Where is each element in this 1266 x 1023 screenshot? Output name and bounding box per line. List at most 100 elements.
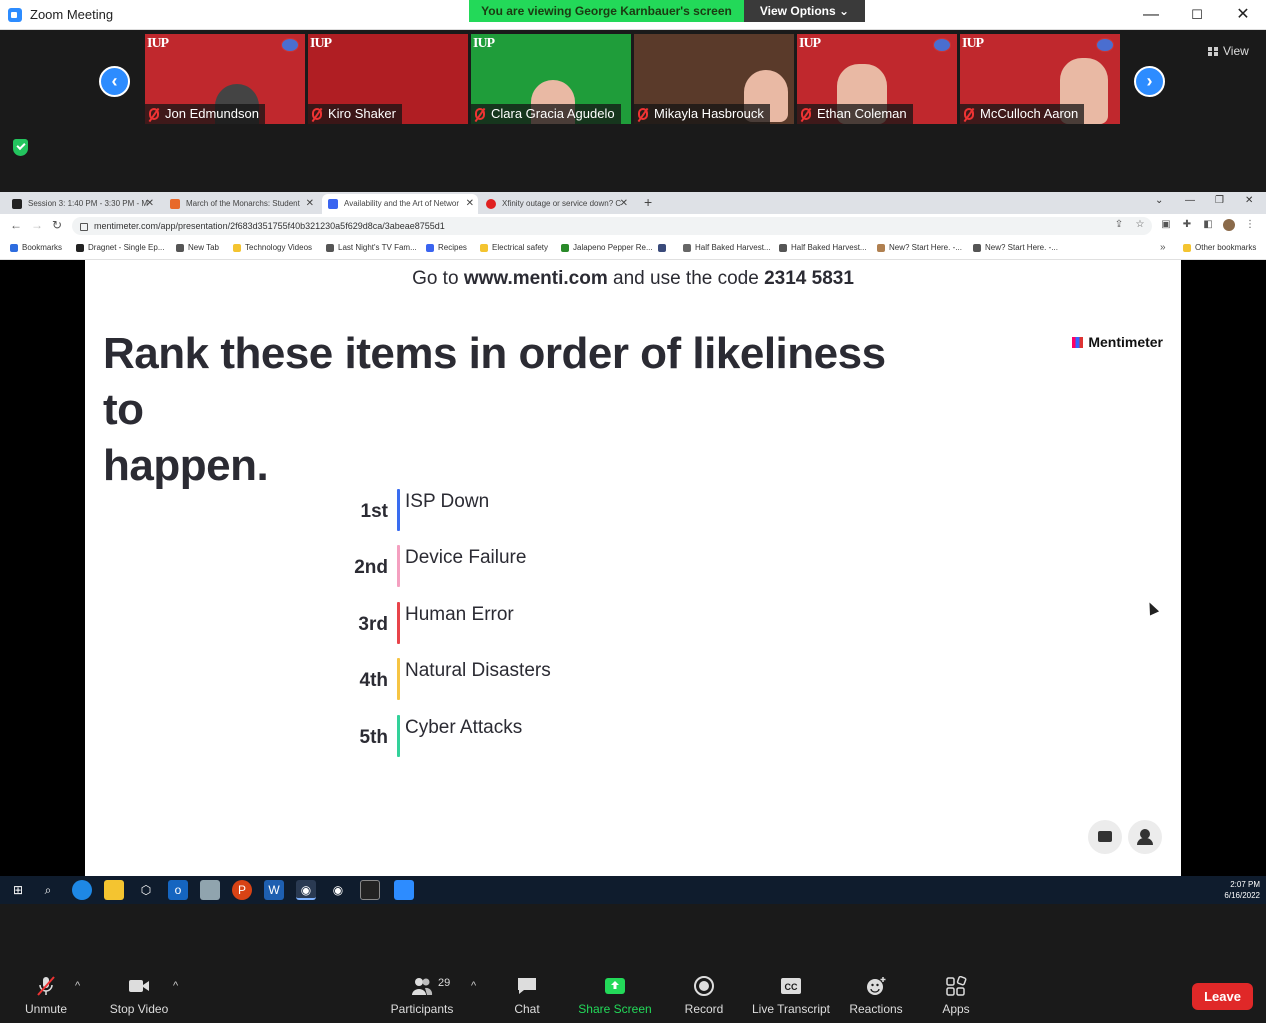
outlook-icon[interactable]: o [168, 880, 188, 900]
reload-icon[interactable]: ↻ [52, 218, 62, 232]
bookmark-item[interactable]: New? Start Here. -... [973, 243, 1058, 252]
bookmark-item[interactable]: Half Baked Harvest... [683, 243, 771, 252]
participant-tile[interactable]: Mikayla Hasbrouck [634, 34, 794, 124]
gallery-next-button[interactable]: › [1134, 66, 1165, 97]
bookmark-item[interactable]: Last Night's TV Fam... [326, 243, 417, 252]
browser-tab[interactable]: Session 3: 1:40 PM - 3:30 PM - M ✕ [6, 194, 158, 214]
title-bar: Zoom Meeting You are viewing George Karn… [0, 0, 1266, 30]
unmute-button[interactable]: Unmute [6, 976, 86, 1016]
record-button[interactable]: Record [664, 976, 744, 1016]
tab-search-button[interactable]: ⌄ [1155, 195, 1163, 206]
viewing-banner: You are viewing George Karnbauer's scree… [469, 0, 744, 22]
audio-options-caret[interactable]: ^ [75, 980, 80, 992]
word-icon[interactable]: W [264, 880, 284, 900]
participant-name-bar: Mikayla Hasbrouck [634, 104, 770, 124]
bookmark-item[interactable]: Jalapeno Pepper Re... [561, 243, 653, 252]
mentimeter-brand: Mentimeter [1072, 334, 1163, 350]
share-screen-button[interactable]: Share Screen [575, 976, 655, 1016]
shared-screen: Session 3: 1:40 PM - 3:30 PM - M ✕ March … [0, 192, 1266, 904]
browser-restore-button[interactable]: ❐ [1215, 195, 1224, 206]
bookmark-item[interactable]: Recipes [426, 243, 467, 252]
clock-date: 6/16/2022 [1224, 891, 1260, 900]
apps-button[interactable]: Apps [916, 976, 996, 1016]
sidebar-icon[interactable]: ◧ [1202, 219, 1214, 231]
browser-tab[interactable]: March of the Monarchs: Student ✕ [164, 194, 318, 214]
url-bar[interactable]: mentimeter.com/app/presentation/2f683d35… [72, 217, 1152, 235]
view-button[interactable]: View [1200, 40, 1256, 62]
maximize-button[interactable]: ☐ [1174, 0, 1220, 30]
audience-button[interactable] [1128, 820, 1162, 854]
bookmark-item[interactable]: Half Baked Harvest... [779, 243, 867, 252]
participant-name-bar: Ethan Coleman [797, 104, 913, 124]
share-icon[interactable]: ⇪ [1113, 219, 1125, 231]
bookmark-item[interactable]: Dragnet - Single Ep... [76, 243, 164, 252]
participant-tile[interactable]: IUP McCulloch Aaron [960, 34, 1120, 124]
mic-muted-icon [964, 108, 974, 120]
stop-video-button[interactable]: Stop Video [99, 976, 179, 1016]
video-options-caret[interactable]: ^ [173, 980, 178, 992]
edge-icon[interactable] [72, 880, 92, 900]
minimize-button[interactable]: — [1128, 0, 1174, 30]
search-icon[interactable]: ⌕ [38, 880, 58, 900]
reactions-button[interactable]: Reactions [836, 976, 916, 1016]
powerpoint-icon[interactable]: P [232, 880, 252, 900]
chat-button[interactable]: Chat [487, 976, 567, 1016]
bookmark-item[interactable]: Bookmarks [10, 243, 62, 252]
browser-tab[interactable]: Xfinity outage or service down? C ✕ [480, 194, 632, 214]
live-transcript-label: Live Transcript [751, 1002, 831, 1016]
back-icon[interactable]: ← [10, 218, 22, 232]
extension-icon[interactable]: ▣ [1160, 219, 1172, 231]
leave-button[interactable]: Leave [1192, 983, 1253, 1010]
windows-start-icon[interactable]: ⊞ [8, 880, 28, 900]
forward-icon[interactable]: → [31, 218, 43, 232]
gallery-prev-button[interactable]: ‹ [99, 66, 130, 97]
tab-close-icon[interactable]: ✕ [466, 194, 474, 214]
more-bookmarks-icon[interactable]: » [1160, 242, 1166, 253]
participant-tile[interactable]: IUP Clara Gracia Agudelo [471, 34, 631, 124]
participants-options-caret[interactable]: ^ [471, 980, 476, 992]
zoom-taskbar-icon[interactable] [394, 880, 414, 900]
security-shield-icon[interactable] [13, 139, 28, 156]
grid-icon [1208, 47, 1218, 56]
new-tab-button[interactable]: + [644, 194, 652, 210]
browser-close-button[interactable]: ✕ [1245, 195, 1253, 206]
participant-tile[interactable]: IUP Kiro Shaker [308, 34, 468, 124]
rank-color-bar [397, 658, 400, 700]
participant-tile[interactable]: IUP Ethan Coleman [797, 34, 957, 124]
bookmark-star-icon[interactable]: ☆ [1134, 219, 1146, 231]
bookmark-item[interactable]: New? Start Here. -... [877, 243, 962, 252]
file-explorer-icon[interactable] [104, 880, 124, 900]
rank-position: 3rd [358, 614, 388, 635]
close-button[interactable]: ✕ [1220, 0, 1266, 30]
mentimeter-logo-icon [1072, 337, 1084, 348]
browser-tab-active[interactable]: Availability and the Art of Networ ✕ [322, 194, 478, 214]
browser-menu-icon[interactable]: ⋮ [1244, 219, 1256, 231]
taskbar-clock[interactable]: 2:07 PM 6/16/2022 [1224, 879, 1260, 901]
profile-avatar[interactable] [1223, 219, 1235, 231]
tab-close-icon[interactable]: ✕ [306, 194, 314, 214]
live-transcript-button[interactable]: CC Live Transcript [751, 976, 831, 1016]
app-icon[interactable] [200, 880, 220, 900]
participants-label: Participants [390, 1002, 454, 1016]
app-icon[interactable]: ⬡ [136, 880, 156, 900]
comments-button[interactable] [1088, 820, 1122, 854]
puzzle-icon[interactable]: ✚ [1181, 219, 1193, 231]
other-bookmarks[interactable]: Other bookmarks [1183, 243, 1256, 252]
chrome-icon[interactable]: ◉ [296, 880, 316, 900]
address-bar-row: ← → ↻ mentimeter.com/app/presentation/2f… [0, 214, 1266, 238]
bookmark-item[interactable]: Electrical safety [480, 243, 548, 252]
terminal-icon[interactable] [360, 880, 380, 900]
mic-muted-icon [638, 108, 648, 120]
browser-minimize-button[interactable]: — [1185, 195, 1195, 206]
bookmark-item[interactable]: New Tab [176, 243, 219, 252]
join-prefix: Go to [412, 268, 464, 289]
tab-close-icon[interactable]: ✕ [620, 194, 628, 214]
view-options-button[interactable]: View Options ⌄ [744, 0, 865, 22]
tab-close-icon[interactable]: ✕ [146, 194, 154, 214]
iup-logo: IUP [799, 36, 821, 51]
window-title: Zoom Meeting [30, 7, 114, 22]
windows-taskbar: ⊞ ⌕ ⬡ o P W ◉ ◉ 2:07 PM 6/16/2022 [0, 876, 1266, 904]
bookmark-item[interactable]: Technology Videos [233, 243, 312, 252]
chrome-icon[interactable]: ◉ [328, 880, 348, 900]
participant-tile[interactable]: IUP Jon Edmundson [145, 34, 305, 124]
